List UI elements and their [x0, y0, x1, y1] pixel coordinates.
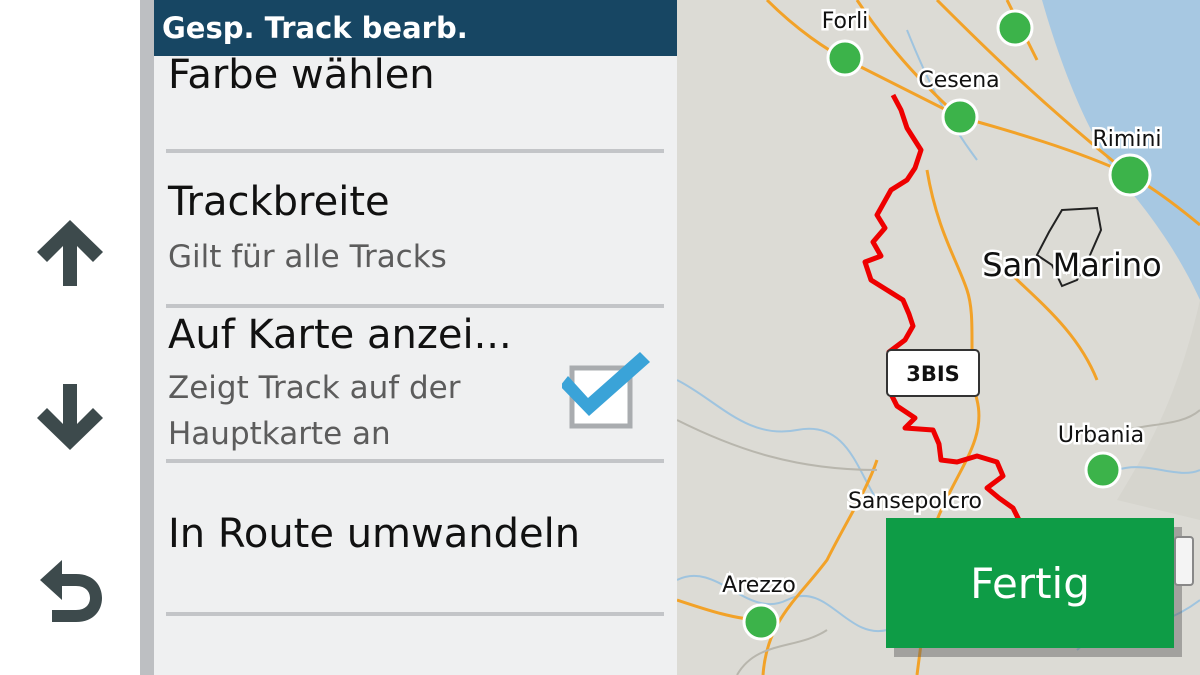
city-label-san-marino: San Marino [982, 246, 1162, 284]
arrow-down-icon [37, 384, 103, 450]
menu-item-next[interactable] [154, 616, 677, 675]
menu-item-color[interactable]: Farbe wählen [154, 52, 677, 154]
menu-item-sublabel: Gilt für alle Tracks [168, 239, 447, 275]
panel-edge [140, 0, 154, 675]
navigation-bar [0, 0, 140, 675]
menu-item-label: In Route umwandeln [168, 511, 581, 557]
city-label-rimini: Rimini [1093, 127, 1162, 152]
menu-item-label: Farbe wählen [168, 52, 435, 98]
scroll-down-button[interactable] [24, 372, 116, 464]
menu-item-label: Trackbreite [168, 179, 390, 225]
menu-item-label: Auf Karte anzei... [168, 312, 512, 358]
arrow-up-icon [37, 220, 103, 286]
city-label-sansepolcro: Sansepolcro [848, 489, 982, 514]
city-label-cesena: Cesena [918, 68, 999, 93]
edit-track-panel: Gesp. Track bearb. Farbe wählen Trackbre… [154, 0, 677, 675]
city-label-urbania: Urbania [1058, 423, 1144, 448]
saved-track [862, 93, 1022, 522]
back-arrow-icon [40, 560, 102, 622]
scroll-up-button[interactable] [24, 206, 116, 298]
menu-item-convert-route[interactable]: In Route umwandeln [154, 463, 677, 613]
city-label-forli: Forli [822, 9, 869, 34]
road-shield-label: 3BIS [906, 362, 960, 386]
menu-item-sublabel: Zeigt Track auf der [168, 370, 461, 406]
menu-item-track-width[interactable]: Trackbreite Gilt für alle Tracks [154, 153, 677, 305]
show-on-map-checkbox[interactable] [562, 348, 654, 434]
land-shade [1117, 300, 1200, 520]
back-button[interactable] [24, 544, 116, 636]
menu-item-sublabel: Hauptkarte an [168, 416, 391, 452]
done-button[interactable]: Fertig [886, 518, 1174, 648]
road-shield-3bis: 3BIS [886, 349, 980, 397]
panel-title: Gesp. Track bearb. [154, 0, 677, 56]
city-label-arezzo: Arezzo [722, 573, 796, 598]
map-scroll-handle[interactable] [1174, 536, 1194, 586]
